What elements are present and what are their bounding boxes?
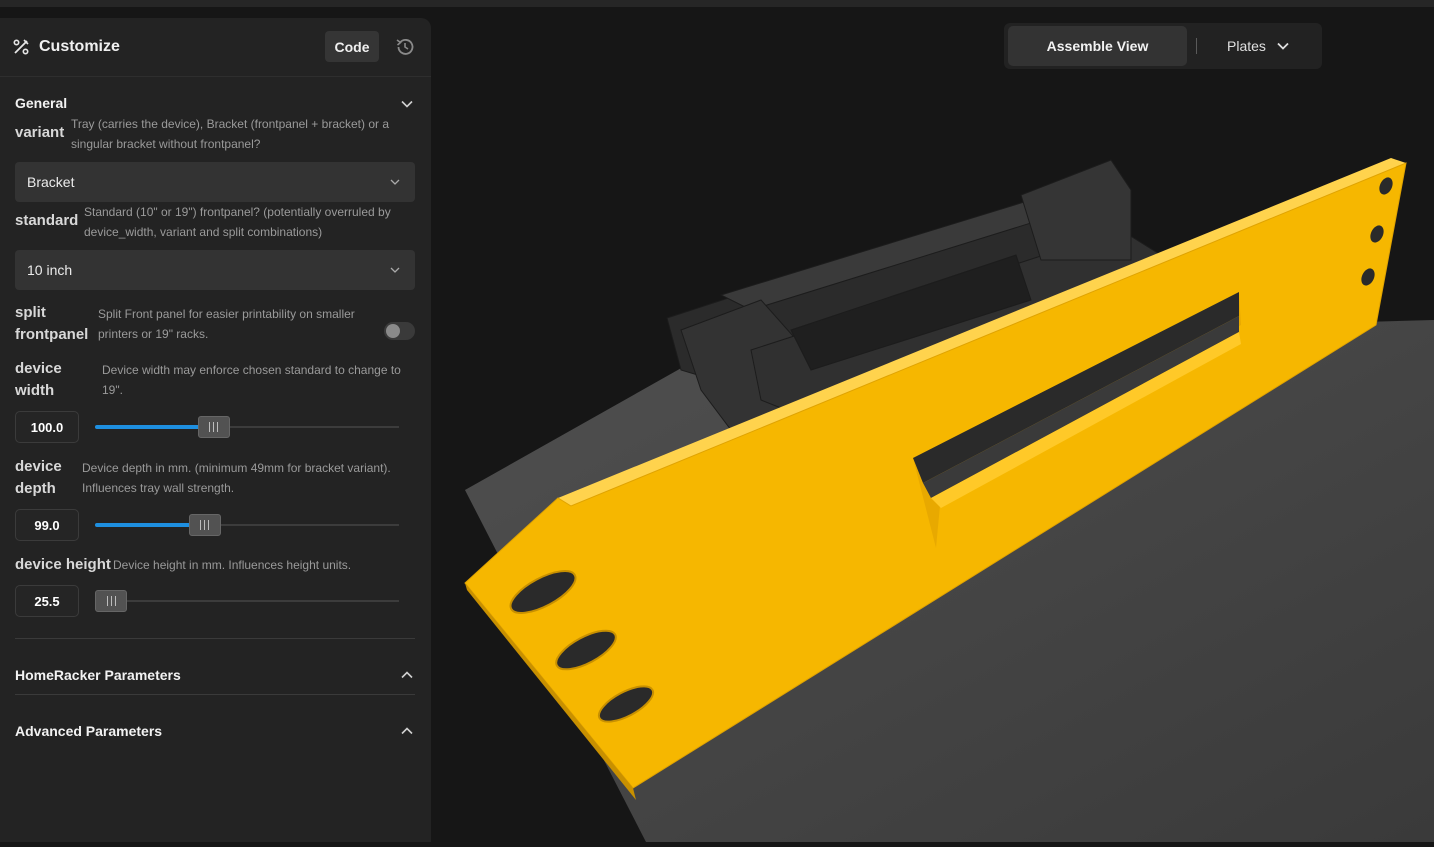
device-depth-input[interactable]: 99.0: [15, 509, 79, 541]
device-width-label-line1: device: [15, 360, 62, 377]
chevron-down-icon[interactable]: [400, 97, 414, 111]
standard-value: 10 inch: [27, 262, 73, 278]
variant-description: Tray (carries the device), Bracket (fron…: [71, 117, 390, 151]
slider-fill: [95, 523, 193, 527]
chevron-up-icon[interactable]: [400, 724, 414, 738]
chevron-down-icon: [390, 267, 400, 273]
customize-panel: Customize Code General variant Tray (car…: [0, 18, 431, 842]
device-depth-label-line2: depth: [15, 480, 56, 497]
device-depth-description: Device depth in mm. (minimum 49mm for br…: [82, 461, 391, 495]
device-depth-label: device depth: [15, 456, 62, 500]
slider-thumb[interactable]: [197, 416, 230, 438]
chevron-down-icon: [390, 179, 400, 185]
panel-title: Customize: [39, 38, 120, 55]
split-label-line2: frontpanel: [15, 326, 89, 343]
device-width-label: device width: [15, 358, 62, 402]
standard-label: standard: [15, 212, 79, 229]
split-frontpanel-description: Split Front panel for easier printabilit…: [98, 307, 355, 341]
device-height-input[interactable]: 25.5: [15, 585, 79, 617]
variant-label: variant: [15, 124, 65, 141]
history-icon[interactable]: [394, 36, 416, 58]
slider-thumb[interactable]: [95, 590, 127, 612]
chevron-up-icon[interactable]: [400, 668, 414, 682]
device-depth-slider[interactable]: [95, 514, 399, 536]
device-height-description: Device height in mm. Influences height u…: [113, 558, 352, 572]
section-divider: [15, 638, 415, 639]
3d-viewport[interactable]: [431, 0, 1434, 842]
model-render: [464, 158, 1434, 842]
device-width-label-line2: width: [15, 382, 55, 399]
variant-value: Bracket: [27, 174, 75, 190]
device-height-slider[interactable]: [95, 590, 399, 612]
plates-label: Plates: [1227, 38, 1266, 54]
variant-select[interactable]: Bracket: [15, 162, 415, 202]
split-frontpanel-toggle[interactable]: [384, 322, 415, 340]
panel-header: Customize Code: [0, 18, 431, 77]
device-width-slider[interactable]: [95, 416, 399, 438]
device-height-label: device height: [15, 556, 111, 573]
device-width-input[interactable]: 100.0: [15, 411, 79, 443]
device-width-description: Device width may enforce chosen standard…: [102, 363, 401, 397]
plates-dropdown[interactable]: Plates: [1212, 26, 1312, 66]
view-switch: Assemble View Plates: [1004, 23, 1322, 69]
general-section-title[interactable]: General: [15, 95, 67, 111]
slider-thumb[interactable]: [188, 514, 221, 536]
standard-description: Standard (10" or 19") frontpanel? (poten…: [84, 205, 391, 239]
slider-track: [95, 600, 399, 602]
section-divider: [15, 694, 415, 695]
standard-select[interactable]: 10 inch: [15, 250, 415, 290]
slider-fill: [95, 425, 202, 429]
toggle-knob: [386, 324, 400, 338]
homeracker-section-title[interactable]: HomeRacker Parameters: [15, 667, 181, 683]
chevron-down-icon: [1277, 42, 1289, 50]
assemble-view-button[interactable]: Assemble View: [1008, 26, 1187, 66]
split-frontpanel-label: split frontpanel: [15, 302, 88, 346]
customize-icon: [13, 39, 29, 55]
code-button[interactable]: Code: [325, 31, 379, 62]
switch-divider: [1196, 38, 1197, 54]
device-depth-label-line1: device: [15, 458, 62, 475]
advanced-section-title[interactable]: Advanced Parameters: [15, 723, 162, 739]
split-label-line1: split: [15, 304, 46, 321]
